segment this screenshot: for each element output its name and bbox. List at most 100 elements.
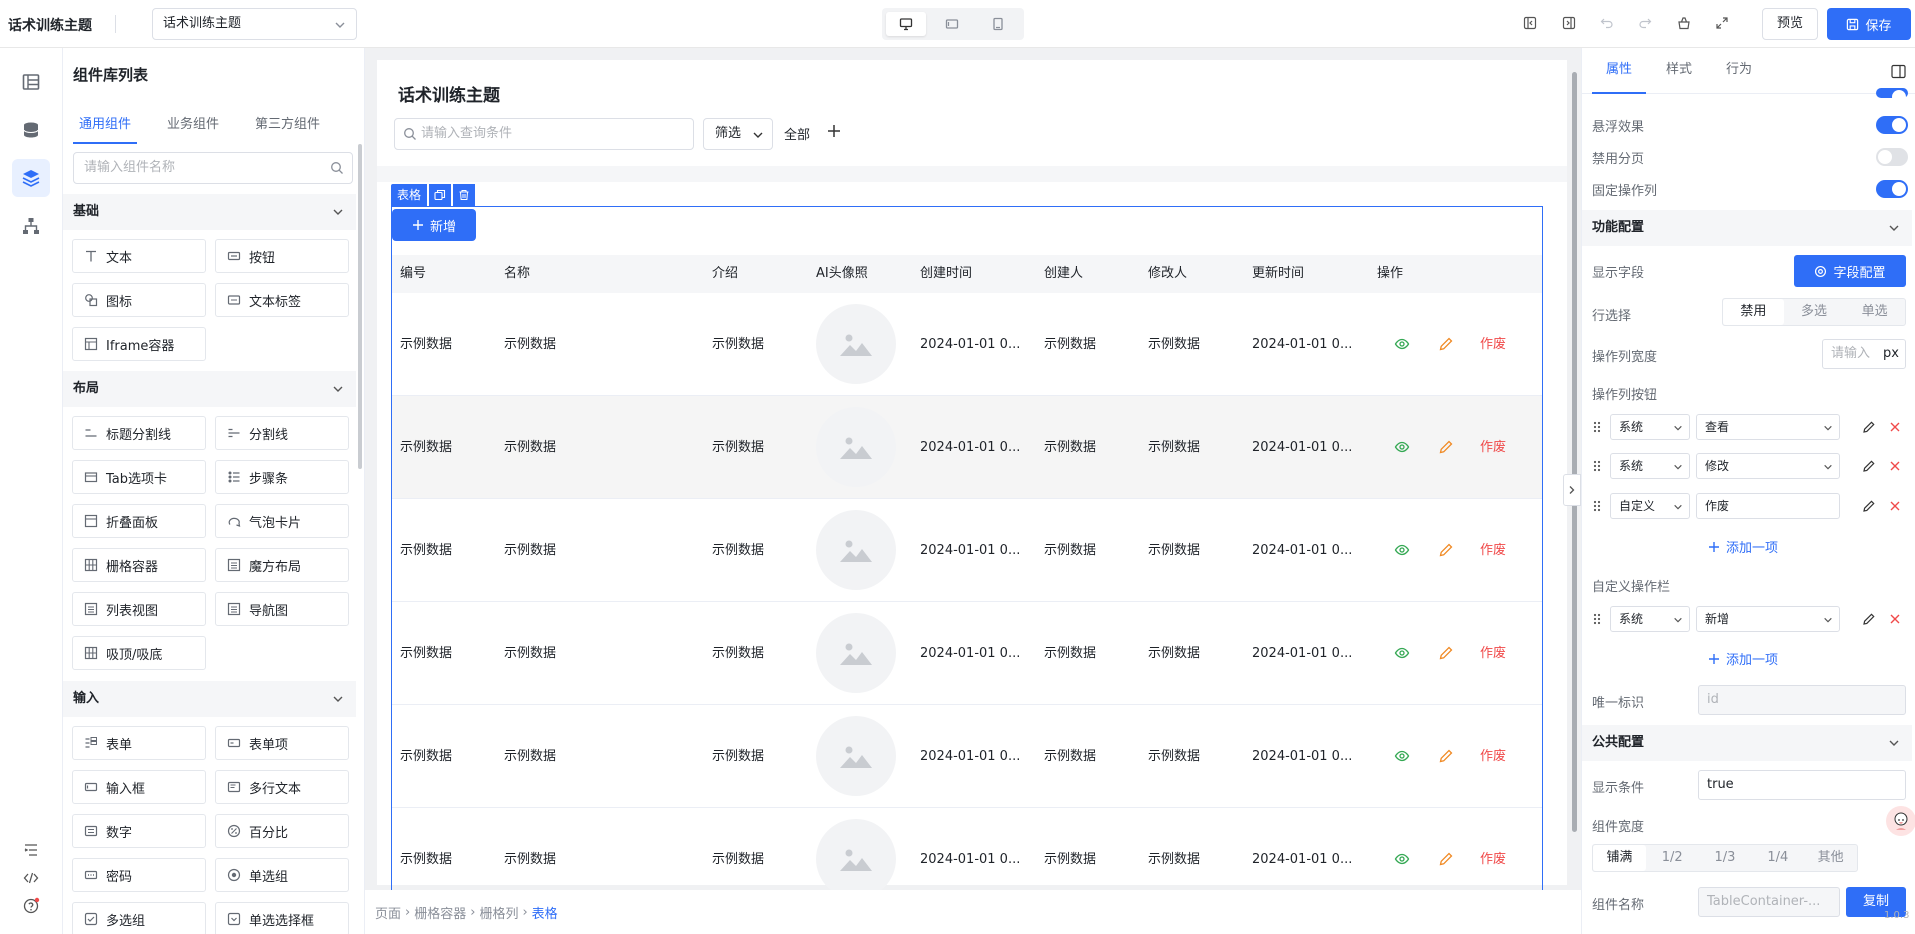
void-action-link[interactable]: 作废 (1480, 705, 1506, 808)
width-quarter[interactable]: 1/4 (1751, 845, 1804, 871)
table-row[interactable]: 示例数据 示例数据 示例数据 2024-01-01 0... 示例数据 示例数据 2024-… (392, 705, 1542, 808)
action-col-width-input[interactable]: 请输入 px (1822, 339, 1906, 369)
width-other[interactable]: 其他 (1804, 845, 1857, 871)
view-eye-icon[interactable] (1394, 748, 1410, 764)
remove-icon[interactable] (1888, 459, 1902, 473)
undo-icon[interactable] (1598, 14, 1616, 32)
edit-icon[interactable] (1862, 612, 1876, 626)
edit-icon[interactable] (1862, 459, 1876, 473)
copy-component-icon[interactable] (429, 184, 452, 206)
group-header-basic[interactable]: 基础 (63, 194, 356, 230)
custom-action-type-select[interactable]: 系统 (1610, 606, 1690, 632)
component-radio-select[interactable]: 单选选择框 (215, 902, 349, 934)
toggle-switch-partial[interactable] (1876, 88, 1908, 104)
component-password[interactable]: 密码 (72, 858, 206, 892)
disable-paging-switch[interactable] (1876, 148, 1908, 166)
component-iframe[interactable]: Iframe容器 (72, 327, 206, 361)
field-config-button[interactable]: 字段配置 (1794, 255, 1906, 287)
component-form-item[interactable]: 表单项 (215, 726, 349, 760)
add-action-button[interactable]: 添加一项 (1708, 537, 1778, 556)
save-button[interactable]: 保存 (1827, 8, 1911, 40)
table-row[interactable]: 示例数据 示例数据 示例数据 2024-01-01 0... 示例数据 示例数据 2024-… (392, 808, 1542, 895)
breadcrumb-item[interactable]: 栅格列 (479, 903, 518, 922)
component-button[interactable]: 按钮 (215, 239, 349, 273)
component-title-divider[interactable]: 标题分割线 (72, 416, 206, 450)
void-action-link[interactable]: 作废 (1480, 499, 1506, 602)
view-eye-icon[interactable] (1394, 336, 1410, 352)
action-value-input[interactable]: 作废 (1696, 493, 1840, 519)
tablet-landscape-device-button[interactable] (932, 12, 972, 36)
void-action-link[interactable]: 作废 (1480, 808, 1506, 895)
fix-action-col-switch[interactable] (1876, 180, 1908, 198)
page-select[interactable]: 话术训练主题 (152, 8, 357, 40)
edit-icon[interactable] (1862, 420, 1876, 434)
component-list-view[interactable]: 列表视图 (72, 592, 206, 626)
remove-icon[interactable] (1888, 420, 1902, 434)
component-steps[interactable]: 步骤条 (215, 460, 349, 494)
edit-pencil-icon[interactable] (1438, 542, 1454, 558)
section-header-function-config[interactable]: 功能配置 (1582, 210, 1912, 246)
add-custom-action-button[interactable]: 添加一项 (1708, 649, 1778, 668)
width-third[interactable]: 1/3 (1699, 845, 1752, 871)
components-layers-icon[interactable] (12, 159, 50, 197)
drag-handle-icon[interactable] (1592, 420, 1602, 434)
filter-dropdown[interactable]: 筛选 (703, 118, 773, 150)
component-name-input[interactable]: TableContainer-... (1698, 887, 1840, 917)
breadcrumb-current[interactable]: 表格 (532, 903, 558, 922)
void-action-link[interactable]: 作废 (1480, 602, 1506, 705)
component-text-tag[interactable]: 文本标签 (215, 283, 349, 317)
drag-handle-icon[interactable] (1592, 459, 1602, 473)
void-action-link[interactable]: 作废 (1480, 293, 1506, 396)
action-type-select[interactable]: 自定义 (1610, 493, 1690, 519)
toggle-panel-icon[interactable] (1891, 64, 1906, 79)
table-row[interactable]: 示例数据 示例数据 示例数据 2024-01-01 0... 示例数据 示例数据 2024-… (392, 602, 1542, 705)
breadcrumb-item[interactable]: 页面 (375, 903, 401, 922)
scrollbar[interactable] (358, 144, 362, 469)
row-select-multiple[interactable]: 多选 (1784, 299, 1845, 325)
component-number[interactable]: 数字 (72, 814, 206, 848)
custom-action-value-select[interactable]: 新增 (1696, 606, 1840, 632)
table-row[interactable]: 示例数据 示例数据 示例数据 2024-01-01 0... 示例数据 示例数据 2024-… (392, 396, 1542, 499)
help-icon[interactable] (12, 887, 50, 925)
component-cube-layout[interactable]: 魔方布局 (215, 548, 349, 582)
add-filter-plus-icon[interactable] (826, 123, 842, 139)
tab-business-components[interactable]: 业务组件 (161, 108, 225, 142)
clear-icon[interactable] (1675, 14, 1693, 32)
component-percent[interactable]: 百分比 (215, 814, 349, 848)
query-input[interactable]: 请输入查询条件 (394, 118, 694, 150)
void-action-link[interactable]: 作废 (1480, 396, 1506, 499)
edit-pencil-icon[interactable] (1438, 336, 1454, 352)
width-half[interactable]: 1/2 (1646, 845, 1699, 871)
canvas-scrollbar[interactable] (1572, 72, 1577, 832)
width-full[interactable]: 铺满 (1593, 845, 1646, 871)
tab-styles[interactable]: 样式 (1652, 48, 1706, 92)
row-select-single[interactable]: 单选 (1844, 299, 1905, 325)
component-nav-map[interactable]: 导航图 (215, 592, 349, 626)
add-record-button[interactable]: 新增 (392, 209, 476, 241)
section-header-public-config[interactable]: 公共配置 (1582, 725, 1912, 761)
component-icon[interactable]: 图标 (72, 283, 206, 317)
group-header-layout[interactable]: 布局 (63, 371, 356, 407)
remove-icon[interactable] (1888, 499, 1902, 513)
component-sticky[interactable]: 吸顶/吸底 (72, 636, 206, 670)
tab-behaviors[interactable]: 行为 (1712, 48, 1766, 92)
show-condition-input[interactable]: true (1698, 770, 1906, 800)
collapse-right-panel-button[interactable] (1563, 474, 1581, 506)
breadcrumb-item[interactable]: 栅格容器 (414, 903, 466, 922)
mobile-device-button[interactable] (978, 12, 1018, 36)
view-eye-icon[interactable] (1394, 851, 1410, 867)
edit-pencil-icon[interactable] (1438, 851, 1454, 867)
redo-icon[interactable] (1636, 14, 1654, 32)
edit-pencil-icon[interactable] (1438, 439, 1454, 455)
collapse-right-icon[interactable] (1560, 14, 1578, 32)
action-type-select[interactable]: 系统 (1610, 453, 1690, 479)
action-type-select[interactable]: 系统 (1610, 414, 1690, 440)
view-eye-icon[interactable] (1394, 542, 1410, 558)
component-collapse[interactable]: 折叠面板 (72, 504, 206, 538)
component-textarea[interactable]: 多行文本 (215, 770, 349, 804)
view-eye-icon[interactable] (1394, 439, 1410, 455)
edit-pencil-icon[interactable] (1438, 645, 1454, 661)
pages-icon[interactable] (12, 63, 50, 101)
tab-properties[interactable]: 属性 (1592, 48, 1647, 94)
component-input[interactable]: 输入框 (72, 770, 206, 804)
